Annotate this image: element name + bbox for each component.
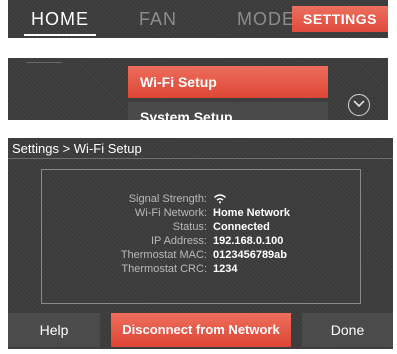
signal-strength-label: Signal Strength: — [128, 193, 207, 205]
tab-settings[interactable]: SETTINGS — [292, 6, 388, 32]
help-button[interactable]: Help — [8, 313, 100, 347]
top-nav-panel: HOME FAN MODE SETTINGS — [8, 0, 388, 42]
chevron-down-icon — [353, 100, 365, 108]
thermostat-mac-label: Thermostat MAC: — [120, 249, 207, 261]
thermostat-crc-value: 1234 — [213, 263, 238, 275]
info-row-crc: Thermostat CRC: 1234 — [42, 262, 360, 276]
breadcrumb: Settings > Wi-Fi Setup — [12, 141, 142, 156]
info-row-ip: IP Address: 192.168.0.100 — [42, 234, 360, 248]
wifi-network-value: Home Network — [213, 207, 291, 219]
cropped-menu-text: ––––– — [26, 58, 63, 69]
tab-home[interactable]: HOME — [20, 6, 100, 36]
network-info-box: Signal Strength: Wi-Fi Network: Home Netw… — [41, 169, 361, 304]
settings-menu-panel: ––––– Wi-Fi Setup System Setup — [8, 58, 388, 120]
thermostat-mac-value: 0123456789ab — [213, 249, 288, 261]
status-value: Connected — [213, 221, 270, 233]
wifi-network-label: Wi-Fi Network: — [134, 207, 207, 219]
status-label: Status: — [172, 221, 207, 233]
thermostat-crc-label: Thermostat CRC: — [121, 263, 207, 275]
top-nav-bar: HOME FAN MODE SETTINGS — [8, 0, 388, 38]
wifi-signal-icon — [213, 193, 227, 208]
info-row-status: Status: Connected — [42, 220, 360, 234]
disconnect-button[interactable]: Disconnect from Network — [111, 313, 291, 347]
info-row-mac: Thermostat MAC: 0123456789ab — [42, 248, 360, 262]
menu-item-system-setup[interactable]: System Setup — [128, 102, 328, 120]
wifi-setup-panel: Settings > Wi-Fi Setup Signal Strength: … — [8, 138, 393, 349]
ip-address-label: IP Address: — [150, 235, 207, 247]
menu-item-wifi-setup[interactable]: Wi-Fi Setup — [128, 66, 328, 98]
info-row-signal: Signal Strength: — [42, 192, 360, 206]
info-row-network: Wi-Fi Network: Home Network — [42, 206, 360, 220]
tab-fan[interactable]: FAN — [128, 6, 188, 32]
title-divider — [8, 158, 393, 159]
done-button[interactable]: Done — [302, 313, 393, 347]
scroll-down-button[interactable] — [348, 94, 370, 116]
ip-address-value: 192.168.0.100 — [213, 235, 284, 247]
